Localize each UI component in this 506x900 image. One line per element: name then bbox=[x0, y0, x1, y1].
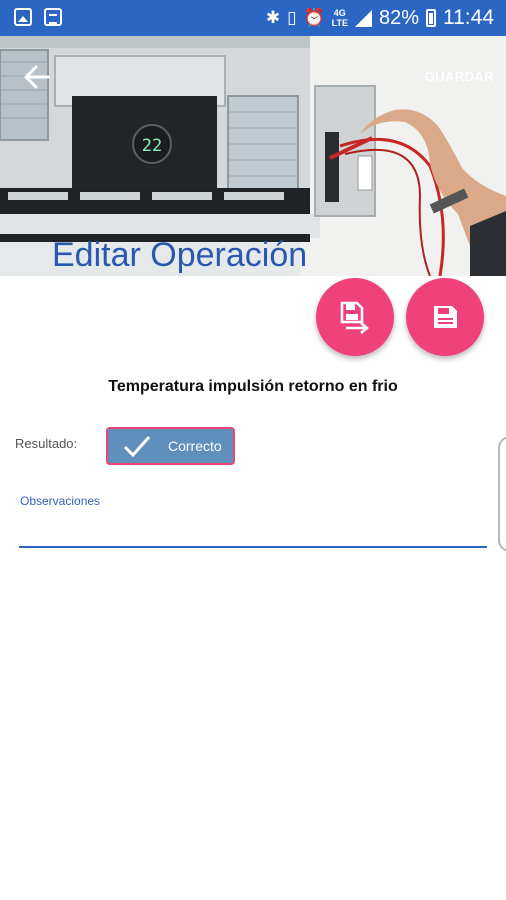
page-title: Editar Operación bbox=[52, 236, 308, 274]
back-arrow-icon[interactable] bbox=[22, 62, 52, 92]
network-type: 4G LTE bbox=[331, 8, 348, 28]
result-correct-button[interactable]: Correcto bbox=[106, 427, 235, 465]
save-fab-button[interactable] bbox=[406, 278, 484, 356]
status-bar: ✱ ▯ ⏰ 4G LTE 82% 11:44 bbox=[0, 0, 506, 36]
vibrate-icon: ▯ bbox=[287, 8, 297, 27]
result-label: Resultado: bbox=[15, 436, 78, 451]
clock: 11:44 bbox=[443, 6, 494, 29]
result-value: Correcto bbox=[168, 438, 222, 454]
image-icon bbox=[14, 8, 32, 26]
save-icon bbox=[434, 306, 457, 328]
side-panel-handle[interactable] bbox=[498, 436, 506, 552]
save-button[interactable]: GUARDAR bbox=[425, 69, 494, 84]
battery-icon bbox=[426, 9, 436, 27]
battery-percent: 82% bbox=[378, 6, 419, 29]
operation-title: Temperatura impulsión retorno en frio bbox=[108, 378, 398, 395]
signal-icon bbox=[354, 9, 372, 27]
save-and-next-button[interactable] bbox=[316, 278, 394, 356]
observations-field[interactable] bbox=[19, 520, 487, 548]
bluetooth-icon: ✱ bbox=[265, 8, 281, 27]
display-reading: 22 bbox=[142, 136, 162, 156]
observations-label: Observaciones bbox=[20, 494, 101, 508]
alarm-icon: ⏰ bbox=[303, 8, 325, 27]
save-next-icon bbox=[340, 301, 369, 334]
message-icon bbox=[44, 8, 62, 26]
check-icon bbox=[123, 436, 151, 458]
